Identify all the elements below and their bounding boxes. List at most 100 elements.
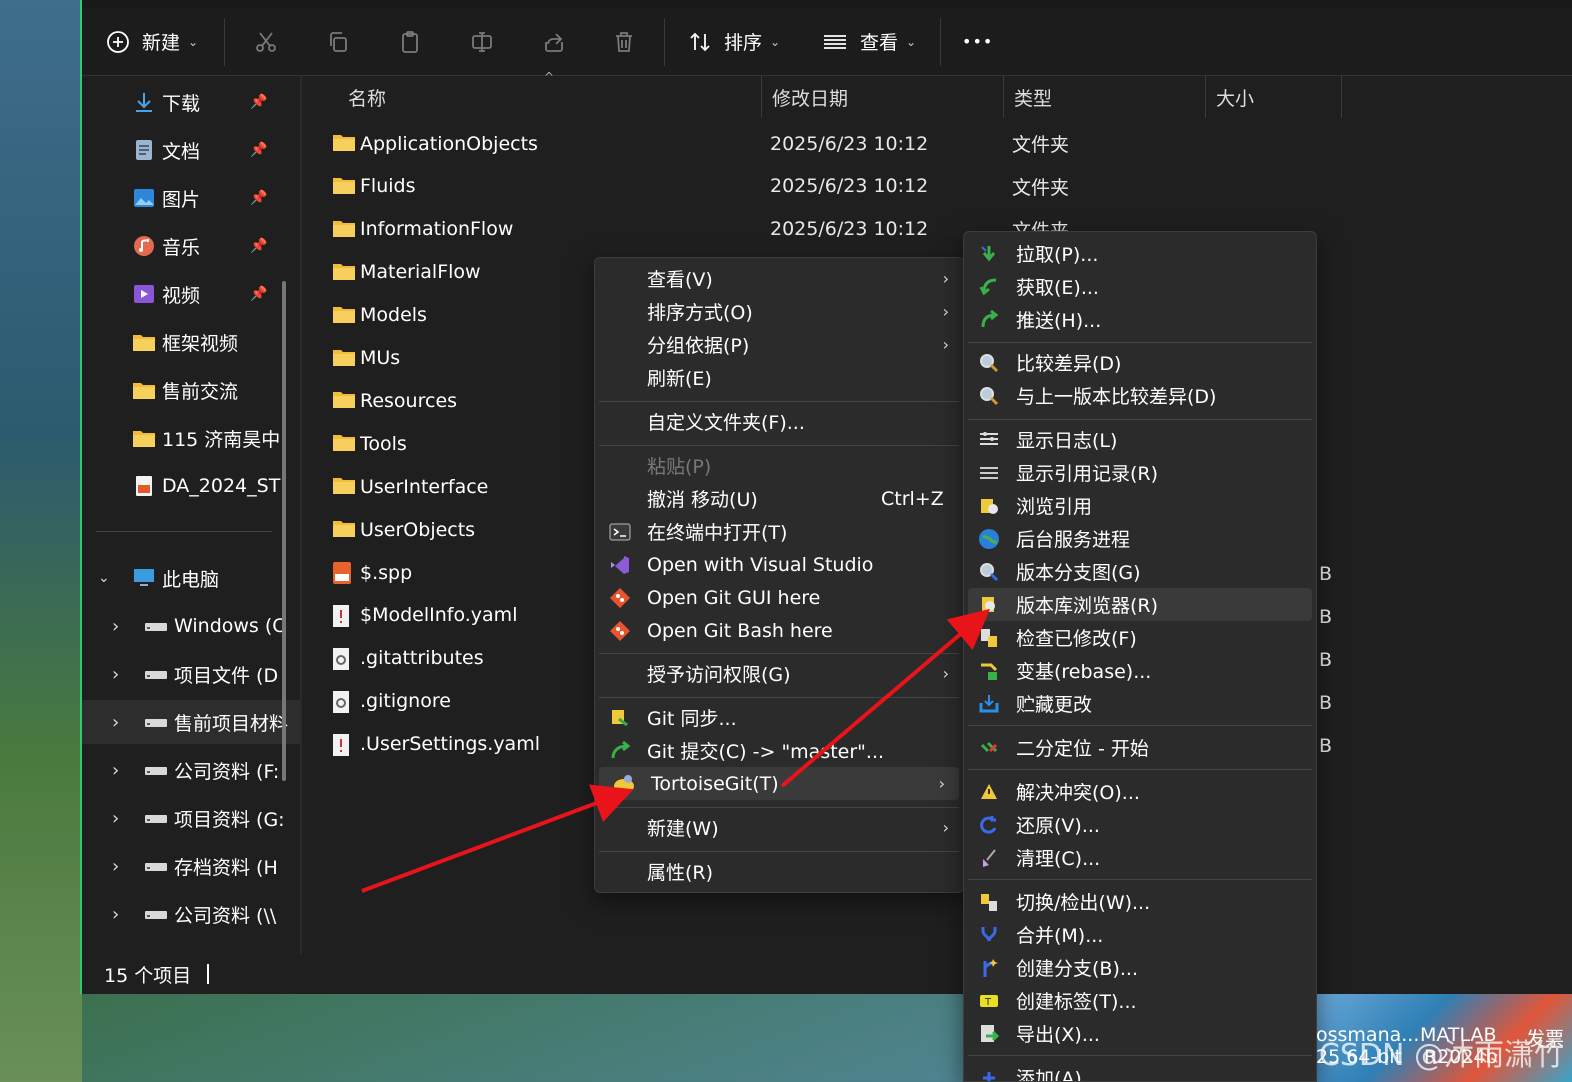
tortoisegit-menu-item[interactable]: T 创建标签(T)... <box>964 984 1316 1017</box>
sidebar-item-drive[interactable]: › Windows (C <box>82 604 300 648</box>
tortoisegit-menu-item[interactable]: 版本库浏览器(R) <box>968 588 1312 621</box>
pin-icon[interactable]: 📌 <box>250 286 267 302</box>
tortoisegit-menu-item[interactable]: 检查已修改(F) <box>964 621 1316 654</box>
tortoisegit-menu-item[interactable]: 获取(E)... <box>964 270 1316 303</box>
pin-icon[interactable]: 📌 <box>250 142 267 158</box>
sidebar-item-quick-access[interactable]: 文档 📌 <box>82 128 300 172</box>
sidebar-item-this-pc[interactable]: ⌄ 此电脑 <box>82 556 300 600</box>
sidebar-item-quick-access[interactable]: 视频 📌 <box>82 272 300 316</box>
tortoisegit-menu-item[interactable]: 浏览引用 <box>964 489 1316 522</box>
file-name: Resources <box>360 389 458 412</box>
sidebar-item-drive[interactable]: › 项目资料 (G: <box>82 796 300 840</box>
pin-icon[interactable]: 📌 <box>250 190 267 206</box>
context-menu-item[interactable]: 排序方式(O) › <box>595 295 963 328</box>
tortoisegit-menu-item[interactable]: 后台服务进程 <box>964 522 1316 555</box>
menu-separator <box>968 879 1312 880</box>
sidebar-item-quick-access[interactable]: 下载 📌 <box>82 80 300 124</box>
context-menu-item[interactable]: Open with Visual Studio <box>595 548 963 581</box>
context-menu-item[interactable]: 新建(W) › <box>595 811 963 844</box>
context-menu-item[interactable]: 撤消 移动(U) Ctrl+Z <box>595 482 963 515</box>
paste-button[interactable] <box>398 20 422 64</box>
chevron-right-icon[interactable]: › <box>112 856 119 877</box>
context-menu-item[interactable]: 粘贴(P) <box>595 449 963 482</box>
column-size[interactable]: 大小 <box>1206 76 1342 118</box>
sidebar-item-quick-access[interactable]: 图片 📌 <box>82 176 300 220</box>
chevron-right-icon[interactable]: › <box>112 616 119 637</box>
menu-item-label: 导出(X)... <box>1016 1024 1100 1046</box>
tortoisegit-menu-item[interactable]: 二分定位 - 开始 <box>964 731 1316 764</box>
more-options-button[interactable]: ••• <box>962 20 993 64</box>
tortoisegit-menu-item[interactable]: 创建分支(B)... <box>964 951 1316 984</box>
tortoisegit-menu-item[interactable]: 添加(A)... <box>964 1061 1316 1081</box>
tortoisegit-menu-item[interactable]: 贮藏更改 <box>964 687 1316 720</box>
menu-item-label: Open with Visual Studio <box>647 553 874 576</box>
sidebar-item-drive[interactable]: › 售前项目材料 <box>82 700 300 744</box>
file-row[interactable]: InformationFlow2025/6/23 10:12文件夹 <box>302 208 1572 251</box>
sidebar-item-quick-access[interactable]: 115 济南昊中 <box>82 416 300 460</box>
tortoisegit-menu-item[interactable]: 版本分支图(G) <box>964 555 1316 588</box>
context-menu-item[interactable]: 自定义文件夹(F)... <box>595 405 963 438</box>
pull-icon <box>976 241 1002 267</box>
sidebar-item-quick-access[interactable]: 音乐 📌 <box>82 224 300 268</box>
file-name: MUs <box>360 347 401 369</box>
chevron-right-icon[interactable]: › <box>112 712 119 733</box>
context-menu-item[interactable]: Open Git Bash here <box>595 614 963 647</box>
sidebar-item-drive[interactable]: › 公司资料 (\\ <box>82 892 300 936</box>
context-menu-item[interactable]: TortoiseGit(T) › <box>599 767 959 800</box>
tortoisegit-menu-item[interactable]: 导出(X)... <box>964 1017 1316 1050</box>
sort-button[interactable]: 排序 ⌄ <box>688 20 780 64</box>
tortoisegit-menu-item[interactable]: 清理(C)... <box>964 841 1316 874</box>
tortoisegit-menu-item[interactable]: 还原(V)... <box>964 808 1316 841</box>
rename-button[interactable] <box>470 20 494 64</box>
tortoisegit-menu-item[interactable]: 拉取(P)... <box>964 237 1316 270</box>
column-type[interactable]: 类型 <box>1004 76 1206 118</box>
context-menu-item[interactable]: 分组依据(P) › <box>595 328 963 361</box>
view-button[interactable]: 查看 ⌄ <box>822 20 916 64</box>
column-name-label: 名称 <box>348 87 387 110</box>
pin-icon[interactable]: 📌 <box>250 94 267 110</box>
chevron-right-icon[interactable]: › <box>112 904 119 925</box>
file-icon <box>332 647 354 671</box>
copy-button[interactable] <box>326 20 350 64</box>
context-menu-item[interactable]: 在终端中打开(T) <box>595 515 963 548</box>
sidebar-item-quick-access[interactable]: DA_2024_STI <box>82 464 300 508</box>
tortoisegit-menu-item[interactable]: 解决冲突(O)... <box>964 775 1316 808</box>
tortoisegit-menu-item[interactable]: 合并(M)... <box>964 918 1316 951</box>
chevron-right-icon[interactable]: › <box>112 808 119 829</box>
column-modified[interactable]: 修改日期 <box>762 76 1004 118</box>
context-menu-item[interactable]: 查看(V) › <box>595 262 963 295</box>
item-count: 15 个项目 <box>104 964 192 987</box>
cut-button[interactable] <box>254 20 278 64</box>
sidebar-item-drive[interactable]: › 公司资料 (F: <box>82 748 300 792</box>
file-row[interactable]: Fluids 2025/6/23 10:12 文件夹 <box>302 165 1572 208</box>
tortoisegit-menu-item[interactable]: 变基(rebase)... <box>964 654 1316 687</box>
tortoisegit-menu-item[interactable]: 比较差异(D) <box>964 346 1316 379</box>
tortoisegit-menu-item[interactable]: 推送(H)... <box>964 303 1316 336</box>
sidebar-scrollbar[interactable] <box>282 281 286 781</box>
sidebar-item-drive[interactable]: › 存档资料 (H <box>82 844 300 888</box>
context-menu-item[interactable]: 属性(R) <box>595 855 963 888</box>
context-menu-item[interactable]: 授予访问权限(G) › <box>595 657 963 690</box>
chevron-right-icon[interactable]: › <box>112 760 119 781</box>
sidebar-item-quick-access[interactable]: 框架视频 <box>82 320 300 364</box>
chevron-down-icon: ⌄ <box>188 34 199 49</box>
tortoisegit-menu-item[interactable]: 显示引用记录(R) <box>964 456 1316 489</box>
pin-icon[interactable]: 📌 <box>250 238 267 254</box>
tortoisegit-menu-item[interactable]: 显示日志(L) <box>964 423 1316 456</box>
context-menu-item[interactable]: 刷新(E) <box>595 361 963 394</box>
column-name[interactable]: 名称 ^ <box>338 70 762 118</box>
share-button[interactable] <box>542 20 566 64</box>
sidebar-item-drive[interactable]: › 项目文件 (D <box>82 652 300 696</box>
new-button[interactable]: 新建 ⌄ <box>106 20 198 64</box>
context-menu-item[interactable]: Git 提交(C) -> "master"... <box>595 734 963 767</box>
terminal-icon <box>607 519 633 545</box>
context-menu-item[interactable]: Open Git GUI here <box>595 581 963 614</box>
tortoisegit-menu-item[interactable]: 切换/检出(W)... <box>964 885 1316 918</box>
context-menu-item[interactable]: Git 同步... <box>595 701 963 734</box>
file-row[interactable]: ApplicationObjects 2025/6/23 10:12 文件夹 <box>302 122 1572 165</box>
delete-button[interactable] <box>612 20 636 64</box>
tortoisegit-menu-item[interactable]: 与上一版本比较差异(D) <box>964 379 1316 412</box>
file-date: 2025/6/23 10:12 <box>770 218 929 241</box>
chevron-right-icon[interactable]: › <box>112 664 119 685</box>
sidebar-item-quick-access[interactable]: 售前交流 <box>82 368 300 412</box>
